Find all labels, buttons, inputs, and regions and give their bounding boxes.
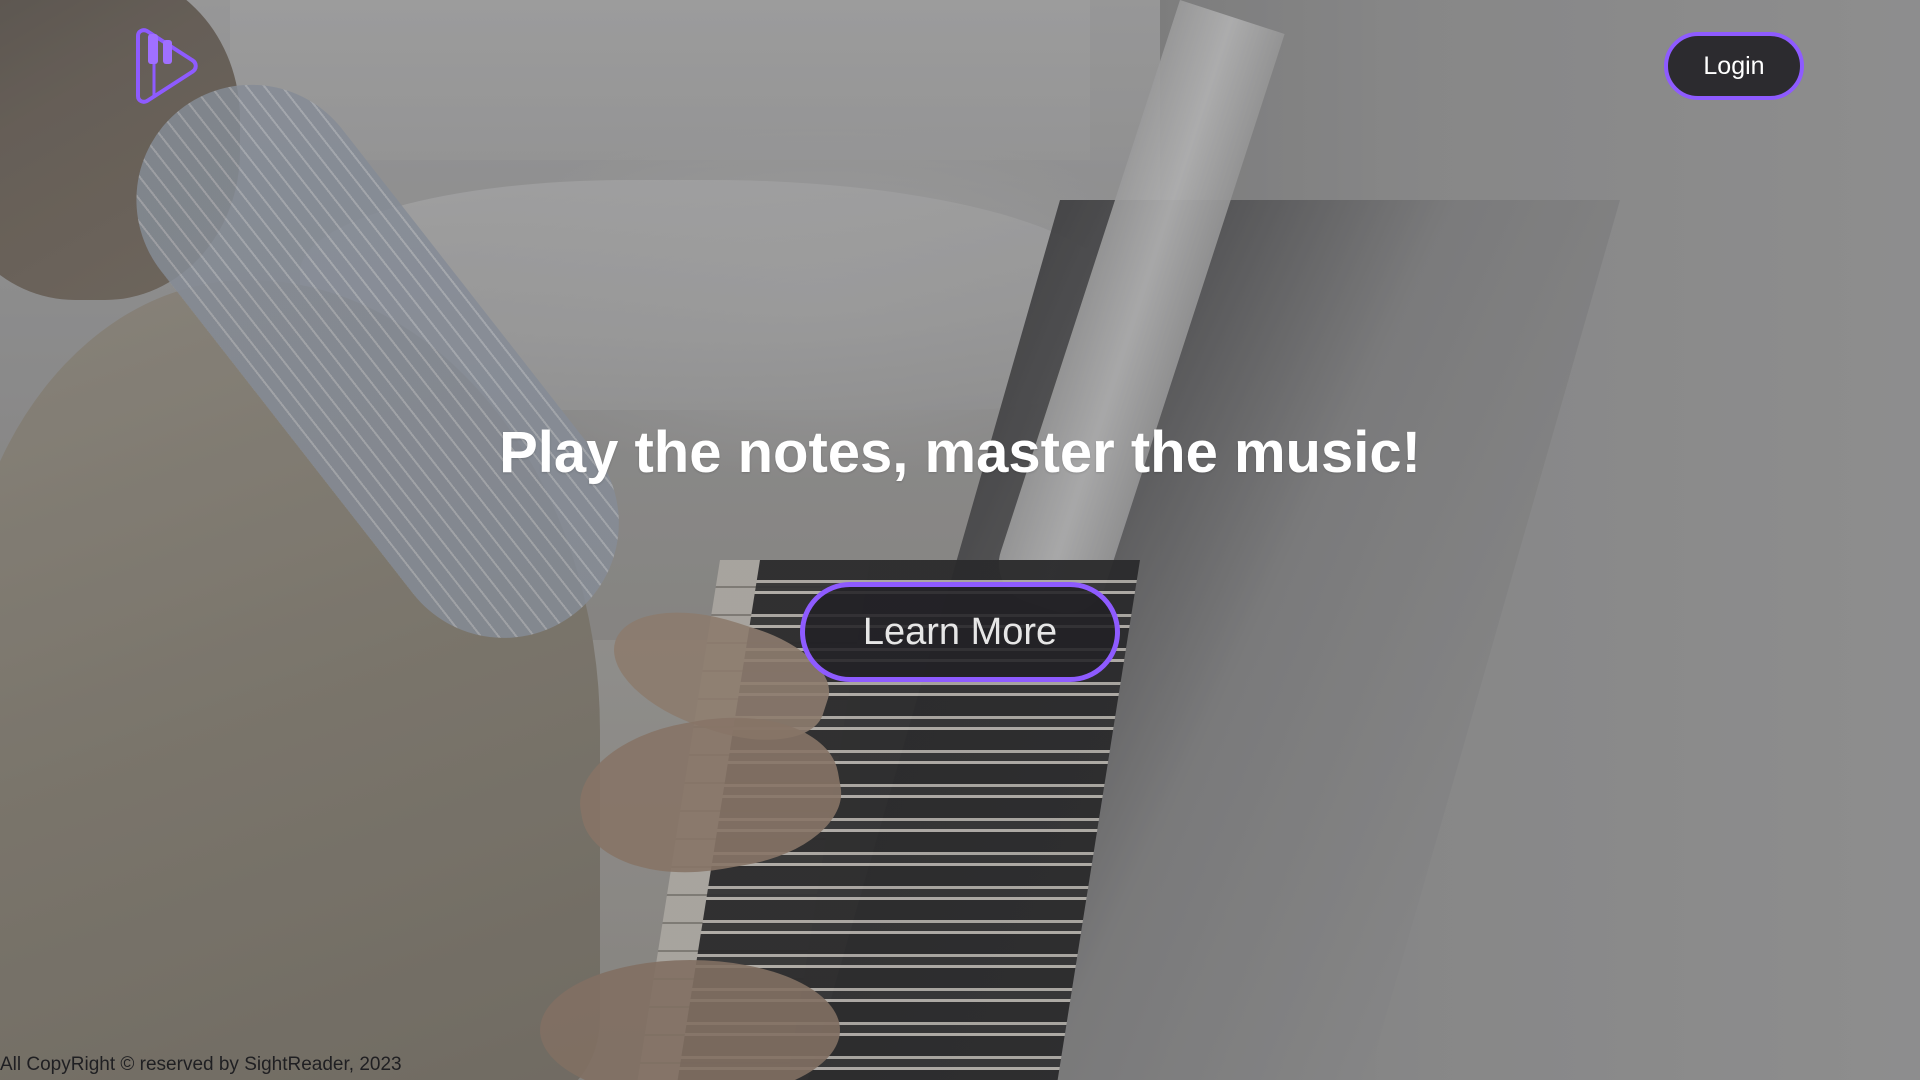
footer-copyright: All CopyRight © reserved by SightReader,… [0,1054,402,1075]
hero-title: Play the notes, master the music! [499,420,1421,485]
background-dim-overlay [0,0,1920,1080]
piano-play-logo-icon[interactable] [130,28,200,104]
landing-page: Login Play the notes, master the music! … [0,0,1920,1080]
login-button[interactable]: Login [1664,32,1804,100]
learn-more-button[interactable]: Learn More [800,582,1120,682]
